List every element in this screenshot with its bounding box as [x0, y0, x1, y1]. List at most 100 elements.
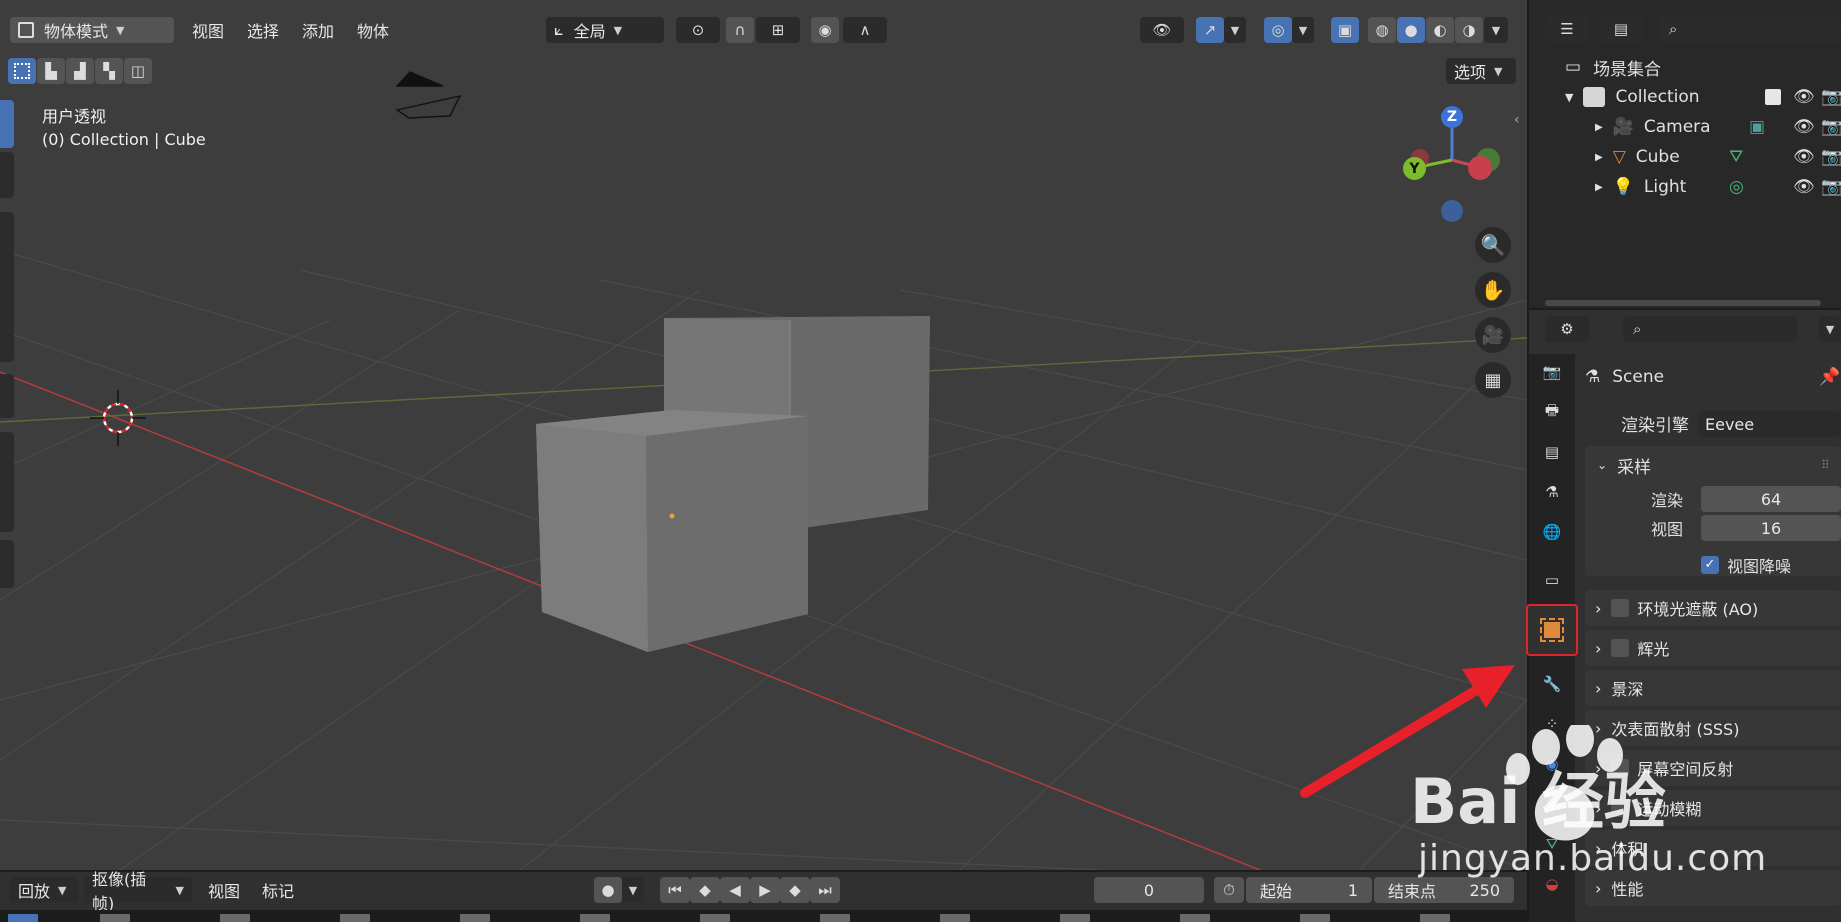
outliner-search-input[interactable]: ⌕	[1659, 16, 1841, 42]
jump-start-button[interactable]: ⏮	[660, 877, 690, 903]
cube-object[interactable]	[536, 316, 930, 652]
toolbar-measure-tools[interactable]	[0, 432, 14, 532]
shading-rendered[interactable]: ◑	[1455, 17, 1483, 43]
camera-object[interactable]	[395, 71, 462, 119]
eye-icon[interactable]: 👁	[1793, 117, 1815, 137]
tab-constraints[interactable]: ⚲	[1536, 788, 1568, 820]
next-keyframe-button[interactable]: ◆	[780, 877, 810, 903]
menu-view[interactable]: 视图	[186, 17, 230, 43]
menu-object[interactable]: 物体	[351, 17, 395, 43]
tab-particles[interactable]: ⁘	[1536, 708, 1568, 740]
sampling-header[interactable]: ⌄ 采样 ⠿	[1529, 450, 1841, 480]
current-frame-field[interactable]: 0	[1094, 877, 1204, 903]
prev-keyframe-button[interactable]: ◆	[690, 877, 720, 903]
gizmo-dropdown[interactable]: ▼	[1224, 17, 1246, 43]
panel-ssr[interactable]: › 屏幕空间反射	[1585, 750, 1841, 786]
keying-dropdown[interactable]: 抠像(插帧) ▼	[84, 870, 192, 913]
timeline-menu-view[interactable]: 视图	[202, 877, 246, 903]
viewport-denoise-row[interactable]: ✓ 视图降噪	[1529, 550, 1841, 580]
panel-checkbox[interactable]	[1611, 599, 1630, 617]
shading-material[interactable]: ◐	[1426, 17, 1454, 43]
auto-key-dropdown[interactable]: ▼	[622, 877, 644, 903]
proportional-edit-toggle[interactable]: ◉	[811, 17, 839, 43]
auto-key-toggle[interactable]: ●	[594, 877, 622, 903]
sidebar-toggle-icon[interactable]: ‹	[1514, 112, 1520, 128]
render-engine-dropdown[interactable]: Eevee	[1697, 411, 1841, 437]
pan-button[interactable]: ✋	[1475, 272, 1511, 308]
panel-checkbox[interactable]	[1611, 639, 1630, 657]
outliner-item-cube[interactable]: ▶ ▽ Cube ⛛ 👁 📷	[1529, 142, 1841, 172]
visibility-dropdown[interactable]: 👁	[1140, 17, 1184, 43]
render-camera-icon[interactable]: 📷	[1821, 117, 1841, 137]
mode-dropdown[interactable]: 物体模式 ▼	[10, 17, 174, 43]
outliner-collection-row[interactable]: ▼ Collection 👁 📷	[1529, 82, 1841, 112]
render-camera-icon[interactable]: 📷	[1821, 177, 1841, 197]
panel-checkbox[interactable]	[1611, 799, 1630, 817]
timeline-menu-marker[interactable]: 标记	[256, 877, 300, 903]
3d-viewport[interactable]: 物体模式 ▼ 视图 选择 添加 物体 ⟀ 全局 ▼ ⊙ ∩ ⊞ ◉ ∧ 👁 ↗ …	[0, 0, 1527, 870]
render-camera-icon[interactable]: 📷	[1821, 87, 1841, 107]
gizmo-z-axis[interactable]: Z	[1441, 106, 1463, 128]
select-mode-subtract[interactable]: ▟	[66, 58, 94, 84]
pin-icon[interactable]: 📌	[1819, 367, 1840, 387]
eye-icon[interactable]: 👁	[1793, 177, 1815, 197]
snap-target-dropdown[interactable]: ⊞	[756, 17, 800, 43]
viewport-samples-field[interactable]: 16	[1701, 515, 1841, 541]
overlays-toggle[interactable]: ◎	[1264, 17, 1292, 43]
panel-bloom[interactable]: › 辉光	[1585, 630, 1841, 666]
shading-solid[interactable]: ●	[1397, 17, 1425, 43]
zoom-button[interactable]: 🔍	[1475, 227, 1511, 263]
falloff-dropdown[interactable]: ∧	[843, 17, 887, 43]
panel-sss[interactable]: › 次表面散射 (SSS)	[1585, 710, 1841, 746]
pivot-point-button[interactable]: ⊙	[676, 17, 720, 43]
drag-handle-icon[interactable]: ⠿	[1821, 458, 1830, 472]
panel-ao[interactable]: › 环境光遮蔽 (AO)	[1585, 590, 1841, 626]
outliner-display-mode[interactable]: ☰	[1545, 16, 1589, 42]
properties-options[interactable]: ▼	[1819, 316, 1841, 342]
checkbox-icon[interactable]	[1765, 89, 1781, 105]
select-mode-new[interactable]	[8, 58, 36, 84]
select-mode-invert[interactable]: ▚	[95, 58, 123, 84]
menu-select[interactable]: 选择	[241, 17, 285, 43]
perspective-toggle-button[interactable]: ▦	[1475, 362, 1511, 398]
gizmo-toggle[interactable]: ↗	[1196, 17, 1224, 43]
tab-modifiers[interactable]: 🔧	[1536, 668, 1568, 700]
toolbar-select-tool[interactable]	[0, 100, 14, 148]
select-mode-intersect[interactable]: ◫	[124, 58, 152, 84]
shading-wireframe[interactable]: ◍	[1368, 17, 1396, 43]
toolbar-cursor-tool[interactable]	[0, 152, 14, 198]
outliner-item-light[interactable]: ▶ 💡 Light ◎ 👁 📷	[1529, 172, 1841, 202]
render-camera-icon[interactable]: 📷	[1821, 147, 1841, 167]
select-mode-extend[interactable]: ▙	[37, 58, 65, 84]
play-reverse-button[interactable]: ◀	[720, 877, 750, 903]
tab-physics[interactable]: ◉	[1536, 748, 1568, 780]
transform-orientation-dropdown[interactable]: ⟀ 全局 ▼	[546, 17, 664, 43]
shading-dropdown[interactable]: ▼	[1484, 17, 1508, 43]
xray-toggle[interactable]: ▣	[1331, 17, 1359, 43]
panel-dof[interactable]: › 景深	[1585, 670, 1841, 706]
panel-motion-blur[interactable]: › 运动模糊	[1585, 790, 1841, 826]
outliner-scrollbar[interactable]	[1545, 300, 1821, 306]
toolbar-add-tool[interactable]	[0, 540, 14, 588]
overlays-dropdown[interactable]: ▼	[1292, 17, 1314, 43]
toolbar-annotate-tool[interactable]	[0, 374, 14, 418]
snap-toggle[interactable]: ∩	[726, 17, 754, 43]
play-button[interactable]: ▶	[750, 877, 780, 903]
gizmo-y-axis[interactable]: Y	[1403, 157, 1426, 180]
playhead[interactable]	[8, 914, 38, 922]
outliner-item-camera[interactable]: ▶ 🎥 Camera ▣ 👁 📷	[1529, 112, 1841, 142]
options-dropdown[interactable]: 选项 ▼	[1446, 58, 1516, 84]
start-frame-field[interactable]: 起始 1	[1246, 877, 1372, 903]
properties-editor-type[interactable]: ⚙	[1545, 316, 1589, 342]
camera-view-button[interactable]: 🎥	[1475, 317, 1511, 353]
eye-icon[interactable]: 👁	[1793, 87, 1815, 107]
toolbar-transform-tools[interactable]	[0, 212, 14, 362]
eye-icon[interactable]: 👁	[1793, 147, 1815, 167]
outliner-scene-collection[interactable]: ▭ 场景集合	[1529, 52, 1841, 82]
denoise-checkbox[interactable]: ✓	[1701, 556, 1719, 574]
playback-dropdown[interactable]: 回放 ▼	[10, 877, 78, 903]
panel-checkbox[interactable]	[1611, 759, 1630, 777]
tab-object[interactable]	[1526, 604, 1578, 656]
render-samples-field[interactable]: 64	[1701, 486, 1841, 512]
outliner-filter-view[interactable]: ▤	[1599, 16, 1643, 42]
